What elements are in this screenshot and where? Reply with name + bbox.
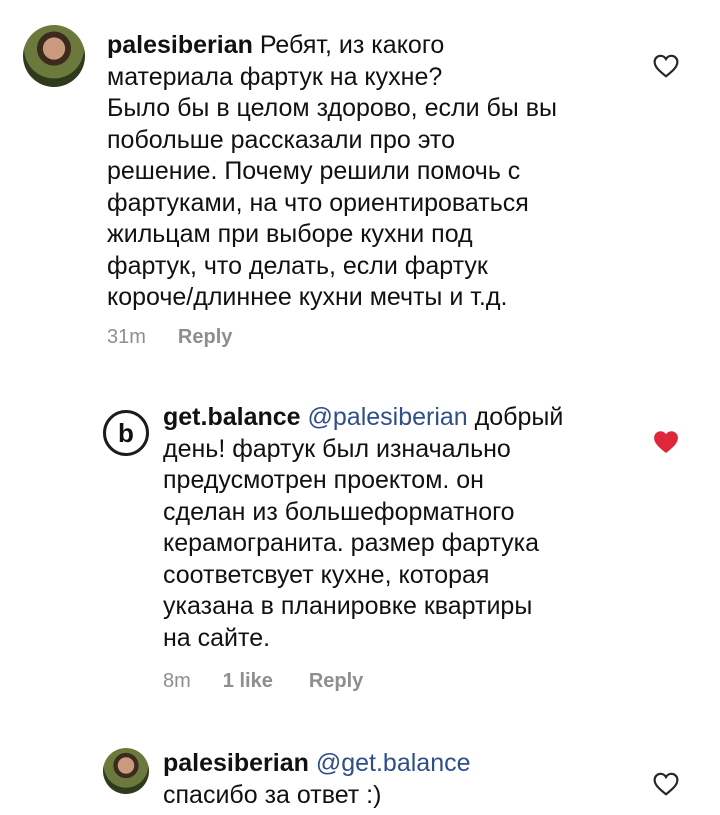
avatar[interactable] bbox=[23, 25, 85, 87]
comment-line: решение. Почему решили помочь с bbox=[107, 157, 521, 185]
comment-line: Ребят, из какого bbox=[259, 31, 445, 59]
comment-line: жильцам при выборе кухни под bbox=[107, 220, 473, 248]
comment-line: указана в планировке квартиры bbox=[163, 592, 533, 620]
timestamp: 8m bbox=[163, 670, 191, 692]
heart-filled-icon[interactable] bbox=[653, 430, 679, 454]
comment-line: спасибо за ответ :) bbox=[163, 780, 382, 809]
comment-1: palesiberian Ребят, из какого материала … bbox=[0, 0, 720, 370]
comment-line: фартук, что делать, если фартук bbox=[107, 251, 488, 280]
comment-line: фартуками, на что ориентироваться bbox=[107, 188, 529, 217]
brand-logo-icon: b bbox=[118, 417, 134, 448]
username[interactable]: palesiberian bbox=[163, 749, 309, 777]
comment-meta: 8m 1 like Reply bbox=[163, 670, 363, 693]
avatar-get-balance[interactable]: b bbox=[103, 410, 149, 456]
timestamp: 31m bbox=[107, 326, 146, 348]
comment-line: короче/длиннее кухни мечты и т.д. bbox=[107, 283, 508, 311]
comment-text: palesiberian @get.balance спасибо за отв… bbox=[163, 748, 633, 811]
comment-3: palesiberian @get.balance спасибо за отв… bbox=[0, 710, 720, 815]
avatar[interactable] bbox=[103, 748, 149, 794]
likes-count-button[interactable]: 1 like bbox=[223, 670, 273, 693]
comment-line: сделан из большеформатного bbox=[163, 497, 515, 526]
comment-line: добрый bbox=[474, 403, 564, 431]
mention-link[interactable]: @get.balance bbox=[316, 749, 471, 777]
username[interactable]: get.balance bbox=[163, 403, 301, 431]
username[interactable]: palesiberian bbox=[107, 31, 253, 59]
reply-button[interactable]: Reply bbox=[309, 670, 363, 693]
comment-line: Было бы в целом здорово, если бы вы bbox=[107, 94, 557, 122]
comment-2: b get.balance @palesiberian добрый день!… bbox=[0, 370, 720, 710]
heart-outline-icon[interactable] bbox=[653, 54, 679, 78]
comment-line: побольше рассказали про это bbox=[107, 125, 455, 154]
comment-line: на сайте. bbox=[163, 623, 271, 652]
comment-text: get.balance @palesiberian добрый день! ф… bbox=[163, 402, 633, 654]
comment-line: соответсвует кухне, которая bbox=[163, 560, 490, 589]
comment-meta: 31m Reply bbox=[107, 326, 232, 349]
comment-line: день! фартук был изначально bbox=[163, 434, 511, 463]
comment-line: материала фартук на кухне? bbox=[107, 62, 443, 91]
comment-text: palesiberian Ребят, из какого материала … bbox=[107, 30, 667, 314]
comment-line: керамогранита. размер фартука bbox=[163, 529, 540, 557]
reply-button[interactable]: Reply bbox=[178, 326, 232, 349]
mention-link[interactable]: @palesiberian bbox=[308, 403, 468, 431]
heart-outline-icon[interactable] bbox=[653, 772, 679, 796]
comment-line: предусмотрен проектом. он bbox=[163, 466, 484, 494]
